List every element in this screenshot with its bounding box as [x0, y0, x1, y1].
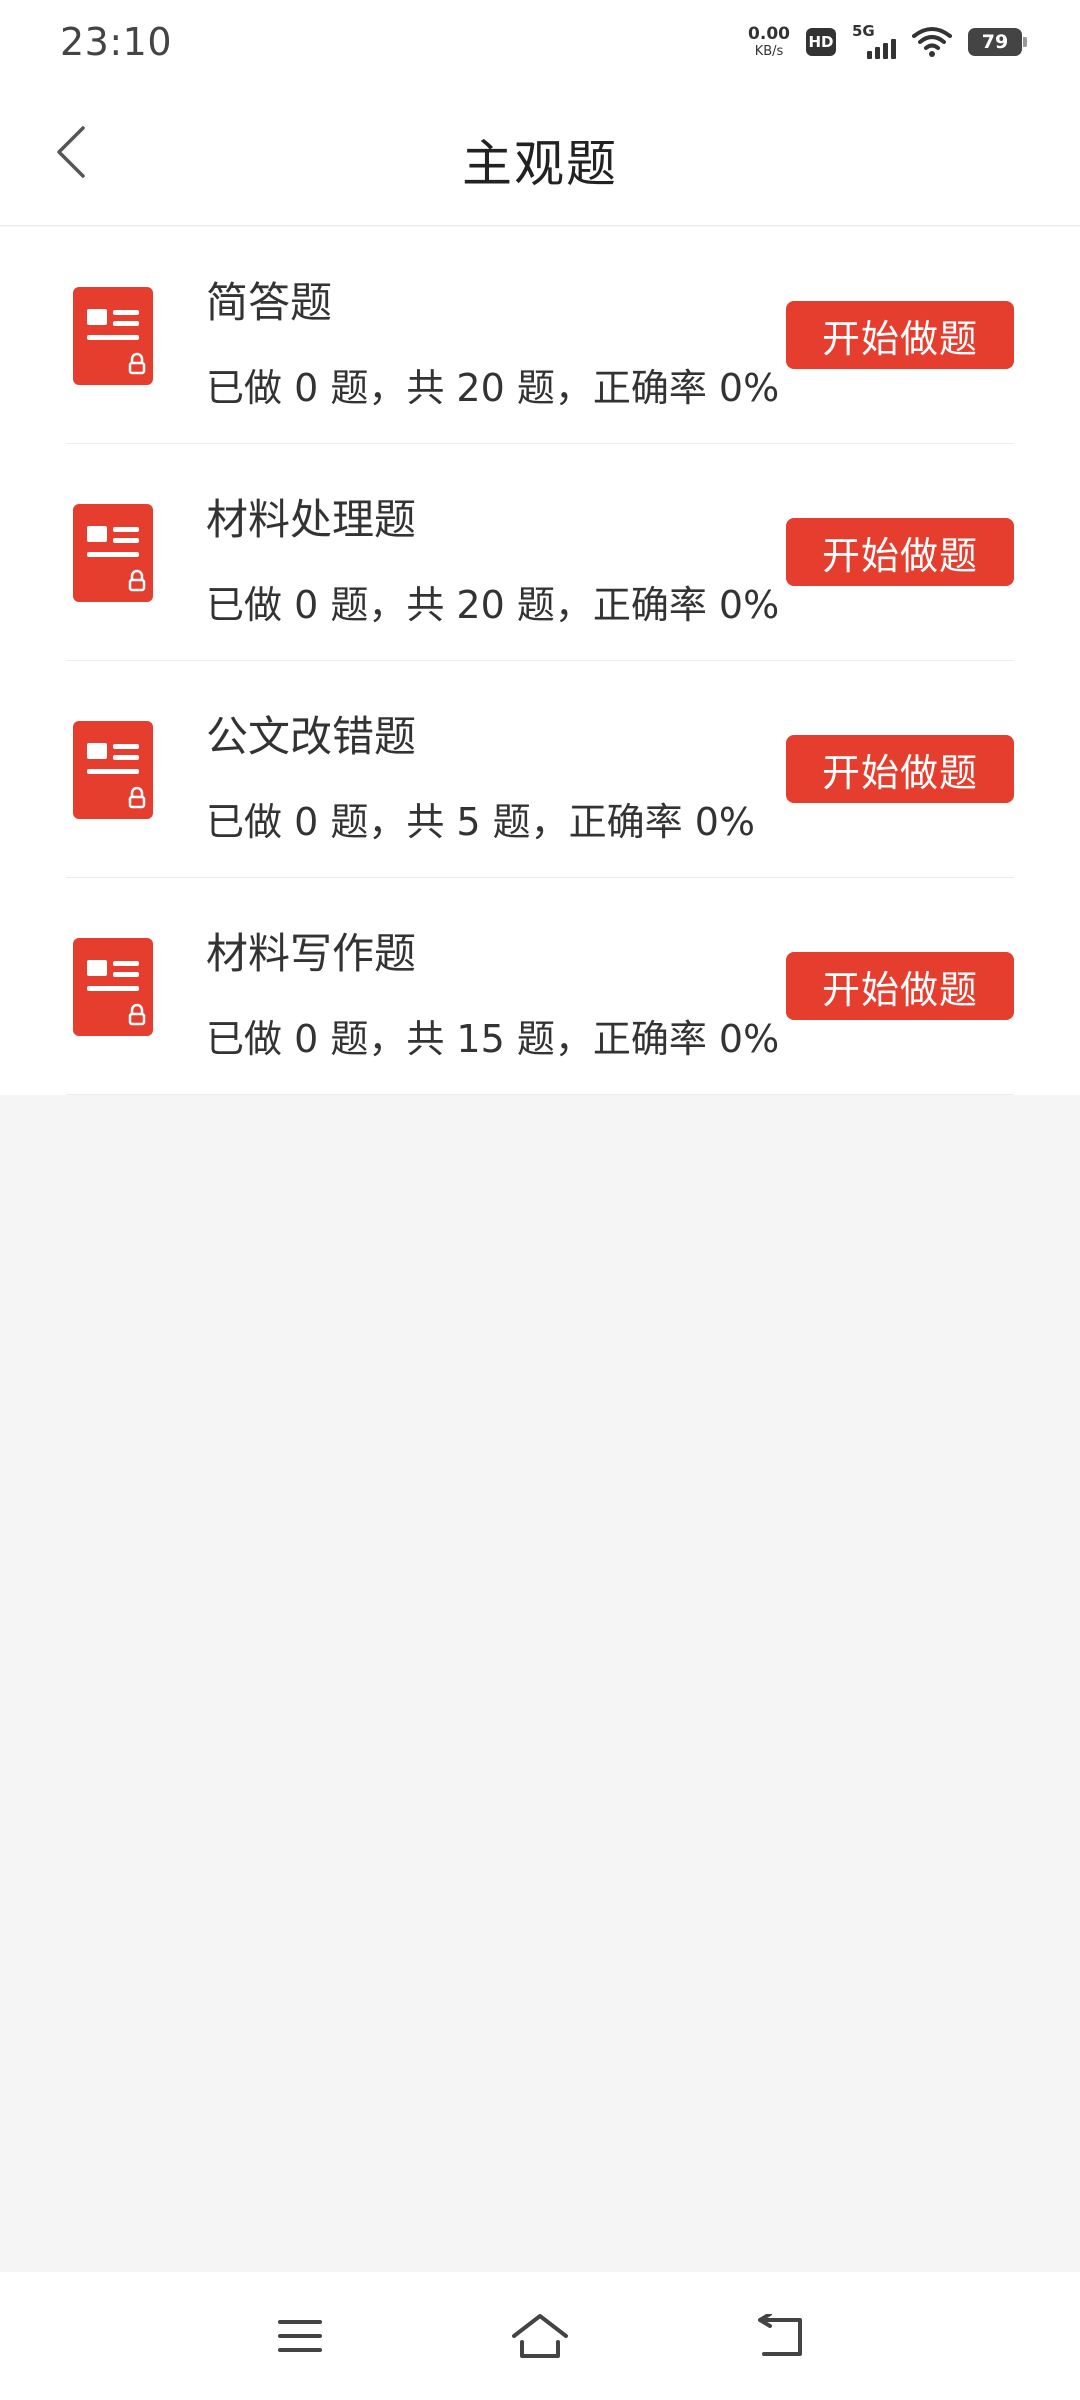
start-practice-button[interactable]: 开始做题	[786, 301, 1014, 369]
status-icons: 0.00 KB/s HD 5G 79	[748, 22, 1027, 59]
page-title: 主观题	[462, 135, 618, 193]
battery-level: 79	[981, 31, 1009, 53]
item-title: 材料写作题	[206, 929, 417, 978]
status-time: 23:10	[60, 20, 173, 64]
network-speed-value: 0.00	[748, 24, 790, 44]
document-lock-icon	[73, 287, 153, 385]
hd-icon: HD	[806, 28, 836, 56]
system-back-button[interactable]	[744, 2300, 816, 2372]
item-stats: 已做 0 题，共 5 题，正确率 0%	[206, 800, 756, 844]
network-type-label: 5G	[852, 22, 875, 40]
status-bar: 23:10 0.00 KB/s HD 5G 79	[0, 0, 1080, 84]
list-item: 材料处理题 已做 0 题，共 20 题，正确率 0% 开始做题	[0, 444, 1080, 661]
question-type-list: 简答题 已做 0 题，共 20 题，正确率 0% 开始做题 材料处理题 已做 0…	[0, 227, 1080, 1095]
recent-apps-button[interactable]	[264, 2300, 336, 2372]
network-speed: 0.00 KB/s	[748, 24, 790, 59]
item-title: 公文改错题	[206, 712, 417, 761]
item-title: 材料处理题	[206, 495, 417, 544]
item-stats: 已做 0 题，共 20 题，正确率 0%	[206, 366, 780, 410]
item-stats: 已做 0 题，共 20 题，正确率 0%	[206, 583, 780, 627]
network-speed-unit: KB/s	[754, 44, 784, 59]
cellular-signal-icon: 5G	[852, 22, 896, 59]
document-lock-icon	[73, 721, 153, 819]
system-nav-bar	[0, 2272, 1080, 2400]
wifi-icon	[912, 27, 952, 57]
start-practice-button[interactable]: 开始做题	[786, 735, 1014, 803]
list-item: 简答题 已做 0 题，共 20 题，正确率 0% 开始做题	[0, 227, 1080, 444]
back-icon	[758, 2314, 802, 2356]
document-lock-icon	[73, 938, 153, 1036]
divider	[66, 1094, 1014, 1095]
home-button[interactable]	[504, 2300, 576, 2372]
list-item: 材料写作题 已做 0 题，共 15 题，正确率 0% 开始做题	[0, 878, 1080, 1095]
start-practice-button[interactable]: 开始做题	[786, 952, 1014, 1020]
list-item: 公文改错题 已做 0 题，共 5 题，正确率 0% 开始做题	[0, 661, 1080, 878]
item-stats: 已做 0 题，共 15 题，正确率 0%	[206, 1017, 780, 1061]
document-lock-icon	[73, 504, 153, 602]
battery-icon: 79	[968, 28, 1027, 56]
app-header: 主观题	[0, 84, 1080, 226]
screen: 23:10 0.00 KB/s HD 5G 79 主观题 简答题 已做 0 题，…	[0, 0, 1080, 2400]
home-icon	[512, 2314, 568, 2358]
start-practice-button[interactable]: 开始做题	[786, 518, 1014, 586]
item-title: 简答题	[206, 278, 333, 327]
menu-icon	[278, 2320, 322, 2352]
